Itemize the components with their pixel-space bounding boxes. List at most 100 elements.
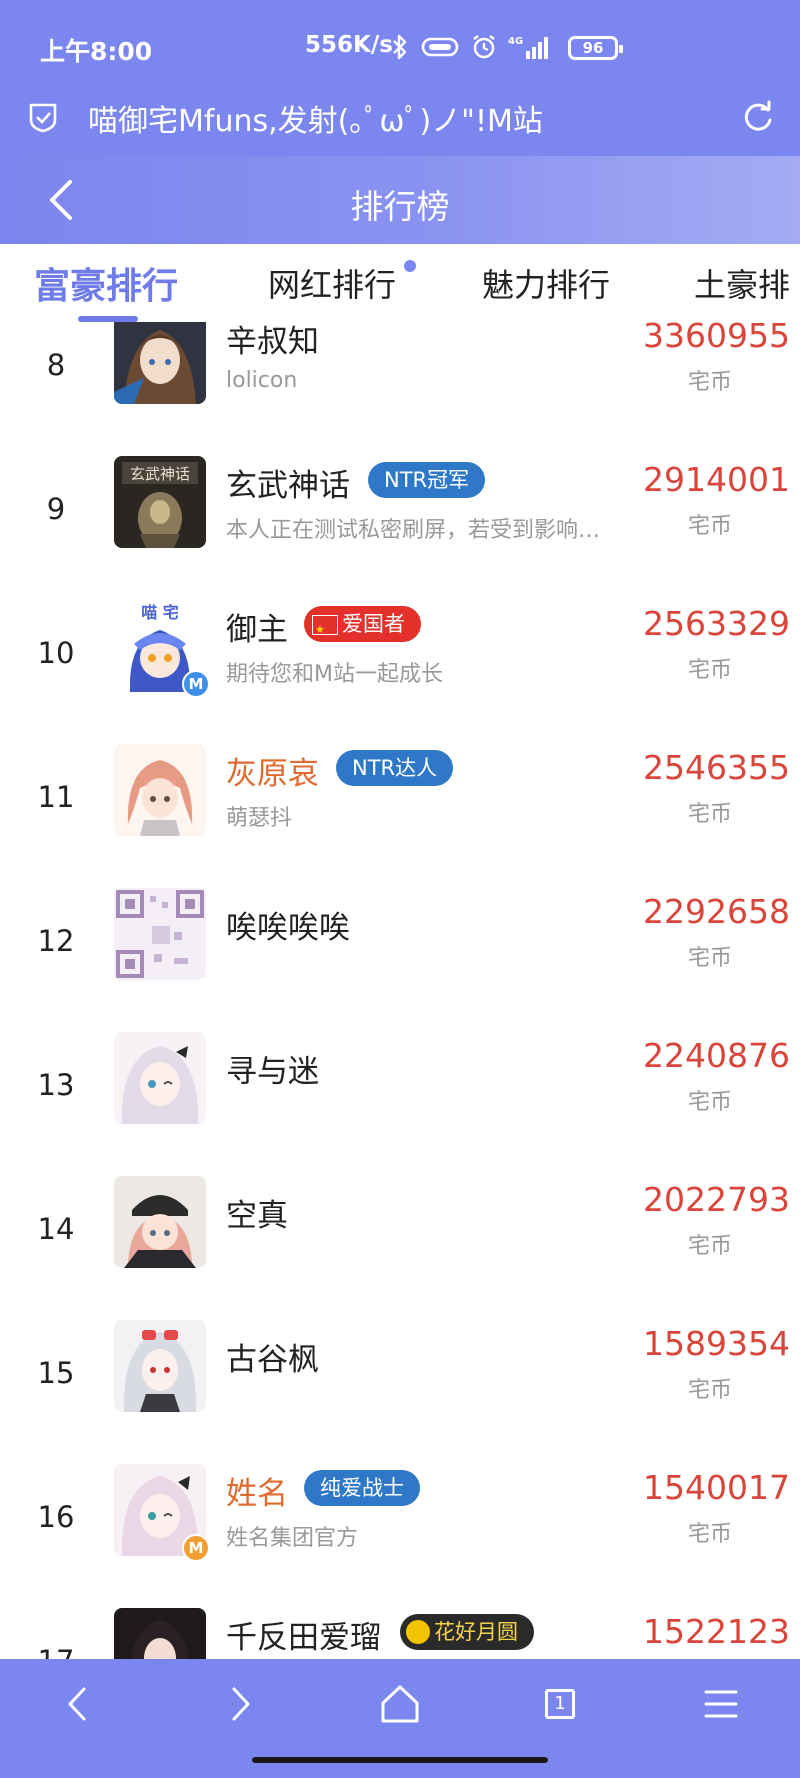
member-badge: M [182,1534,210,1562]
user-name[interactable]: 御主 [226,604,288,649]
rank-number: 15 [37,1356,75,1390]
coin-amount: 2914001 [643,460,790,499]
china-flag-icon [312,612,338,648]
coin-unit: 宅币 [688,802,733,827]
user-bio: 本人正在测试私密刷屏，若受到影响… [226,518,601,543]
coin-unit: 宅币 [688,658,733,683]
user-bio: 期待您和M站一起成长 [226,662,443,687]
rank-number: 8 [46,348,66,382]
coin-unit: 宅币 [688,1378,733,1403]
svg-text:玄武神话: 玄武神话 [130,465,190,483]
list-item[interactable]: 12 唉唉唉唉 2292658 宅币 [0,888,800,1032]
nav-tabs-button[interactable]: 1 [535,1679,585,1729]
user-name[interactable]: 辛叔知 [226,322,319,361]
home-icon [381,1685,419,1723]
list-item[interactable]: 16 M 姓名 纯爱战士 姓名集团官方 1540017 宅币 [0,1464,800,1608]
tab-rich[interactable]: 富豪排行 [34,257,178,309]
list-item[interactable]: 8 辛叔知 lolicon 3360955 宅币 [0,322,800,456]
signal-icon: 4G [508,36,548,59]
avatar[interactable] [114,1608,206,1659]
user-name[interactable]: 玄武神话 [226,460,350,505]
tab-charm[interactable]: 魅力排行 [482,260,610,306]
rank-number: 11 [37,780,75,814]
status-icons: 4G [390,30,554,64]
user-name[interactable]: 灰原哀 [226,748,319,793]
coin-unit: 宅币 [688,370,733,395]
user-name[interactable]: 寻与迷 [226,1046,319,1091]
rank-number: 16 [37,1500,75,1534]
list-item[interactable]: 15 古谷枫 1589354 宅币 [0,1320,800,1464]
status-net-speed: 556K/s [305,32,393,58]
avatar[interactable] [114,744,206,836]
user-title-badge: NTR达人 [336,750,454,786]
coin-amount: 2022793 [643,1180,790,1219]
avatar-logo-text: 喵 宅 [141,603,179,622]
verified-badge: M [182,670,210,698]
rank-number: 10 [37,636,75,670]
avatar[interactable] [114,322,206,404]
avatar[interactable]: 玄武神话 [114,456,206,548]
rank-number: 17 [20,1644,92,1659]
browser-url-bar: 喵御宅Mfuns,发射(｡ﾟωﾟ)ノ"!M站 [0,78,800,156]
user-title-badge-label: 爱国者 [342,612,405,636]
coin-unit: 宅币 [688,946,733,971]
user-name[interactable]: 古谷枫 [226,1334,319,1379]
rank-number: 13 [37,1068,75,1102]
avatar[interactable] [114,888,206,980]
user-title-badge: 爱国者 [304,606,421,648]
list-item[interactable]: 17 千反田爱瑠 花好月圆 1522123 [0,1608,800,1659]
nav-forward-button[interactable] [214,1679,264,1729]
list-item[interactable]: 14 空真 2022793 宅币 [0,1176,800,1320]
coin-unit: 宅币 [688,1522,733,1547]
coin-amount: 1522123 [643,1612,790,1651]
chevron-left-icon [68,1687,86,1721]
coin-amount: 2563329 [643,604,790,643]
list-item[interactable]: 13 寻与迷 2240876 宅币 [0,1032,800,1176]
nav-back-button[interactable] [54,1679,104,1729]
user-name[interactable]: 姓名 [226,1468,288,1513]
avatar[interactable] [114,1032,206,1124]
avatar[interactable] [114,1320,206,1412]
coin-unit: 宅币 [688,1090,733,1115]
gesture-home-indicator[interactable] [252,1757,548,1763]
rank-number: 9 [46,492,66,526]
coin-amount: 2546355 [643,748,790,787]
chevron-right-icon [232,1687,250,1721]
status-time: 上午8:00 [40,37,153,66]
user-bio: 萌瑟抖 [226,806,293,831]
tab-tycoon[interactable]: 土豪排 [694,260,790,306]
user-name[interactable]: 千反田爱瑠 [226,1612,381,1657]
list-item[interactable]: 9 玄武神话 玄武神话 NTR冠军 本人正在测试私密刷屏，若受到影响… 2914… [0,456,800,600]
shield-check-icon[interactable] [26,100,60,134]
coin-unit: 宅币 [688,1234,733,1259]
ranking-list[interactable]: 8 辛叔知 lolicon 3360955 宅币 9 玄武神话 玄武神话 NTR… [0,322,800,1659]
coin-amount: 2240876 [643,1036,790,1075]
user-bio: lolicon [226,368,298,393]
user-name[interactable]: 空真 [226,1190,288,1235]
user-name[interactable]: 唉唉唉唉 [226,902,350,947]
page-header: 排行榜 [0,156,800,244]
nav-home-button[interactable] [375,1679,425,1729]
coin-amount: 2292658 [643,892,790,931]
list-item[interactable]: 11 灰原哀 NTR达人 萌瑟抖 2546355 宅币 [0,744,800,888]
alarm-icon [473,35,495,59]
network-label: 4G [508,36,523,47]
coin-amount: 3360955 [643,322,790,355]
user-title-badge: NTR冠军 [368,462,486,498]
tab-influencer[interactable]: 网红排行 [268,260,396,306]
app-screen: 上午8:00 556K/s 4G 96 喵御宅Mfuns,发射(｡ﾟωﾟ)ノ"!… [0,0,800,1778]
coin-icon [406,1620,430,1644]
nav-menu-button[interactable] [696,1679,746,1729]
user-title-badge: 花好月圆 [400,1614,534,1650]
refresh-icon[interactable] [738,98,776,136]
coin-amount: 1540017 [643,1468,790,1507]
menu-icon [704,1690,738,1718]
list-item[interactable]: 10 喵 宅 M 御主 爱国者 期待您和M站一起成长 2563329 宅币 [0,600,800,744]
vibrate-icon [421,37,459,57]
coin-amount: 1589354 [643,1324,790,1363]
avatar[interactable] [114,1176,206,1268]
rank-number: 14 [37,1212,75,1246]
page-url-title[interactable]: 喵御宅Mfuns,发射(｡ﾟωﾟ)ノ"!M站 [88,96,543,140]
bluetooth-icon [393,34,407,60]
page-title: 排行榜 [350,187,450,226]
